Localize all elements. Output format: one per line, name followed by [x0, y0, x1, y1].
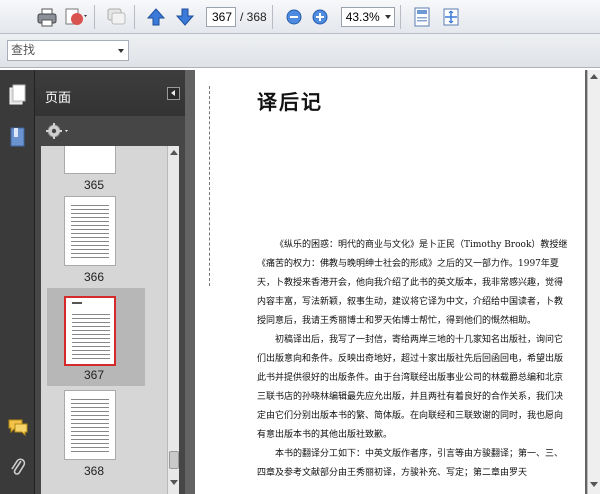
paperclip-icon	[11, 458, 26, 475]
find-toolbar: 查找	[0, 34, 600, 68]
prev-page-icon	[146, 7, 166, 25]
thumbnail-page-366[interactable]	[64, 196, 116, 266]
toolbar-separator	[94, 4, 95, 29]
document-paragraph: 初稿译出后，我写了一封信，寄给两岸三地的十几家知名出版社，询问它们出版意向和条件…	[257, 335, 564, 440]
thumbnail-label: 366	[83, 270, 105, 284]
thumbnail-list: 365 366 367 368	[41, 146, 167, 494]
previous-page-button[interactable]	[143, 4, 169, 30]
fit-page-icon	[414, 7, 430, 26]
thumbnail-text-lines	[72, 314, 110, 362]
comment-button[interactable]	[103, 4, 129, 30]
zoom-level-value: 43.3%	[345, 9, 380, 24]
pages-panel: 页面 365 366 367 368	[35, 70, 185, 494]
document-title: 译后记	[257, 90, 323, 114]
print-button[interactable]	[34, 4, 60, 30]
zoom-out-button[interactable]	[281, 4, 307, 30]
thumbnail-label: 368	[83, 464, 105, 478]
thumbnail-page-365[interactable]	[64, 146, 116, 174]
fullscreen-icon	[443, 8, 459, 25]
bookmark-icon	[10, 127, 25, 147]
comments-nav-button[interactable]	[7, 416, 29, 438]
pages-icon	[9, 84, 26, 105]
toolbar-separator	[271, 4, 273, 29]
document-view[interactable]: 译后记 《纵乐的困惑：明代的商业与文化》是卜正民（Timothy Brook）教…	[185, 70, 600, 494]
document-scrollbar[interactable]	[587, 70, 600, 494]
find-input[interactable]: 查找	[7, 40, 129, 61]
pages-panel-header: 页面	[35, 70, 185, 116]
scroll-down-icon[interactable]	[170, 480, 178, 485]
comment-icon	[107, 8, 126, 24]
scrollbar-thumb[interactable]	[169, 451, 179, 469]
current-page-input[interactable]: 367	[206, 6, 236, 27]
pages-nav-button[interactable]	[7, 84, 29, 106]
thumbnail-text-lines	[71, 399, 109, 455]
main-toolbar: 367 / 368 43.3%	[0, 0, 600, 34]
chevron-down-icon[interactable]	[118, 49, 124, 53]
thumbnail-heading	[72, 302, 82, 304]
gear-icon[interactable]	[45, 122, 73, 140]
attachments-nav-button[interactable]	[7, 456, 29, 478]
zoom-out-icon	[286, 9, 302, 24]
thumbnail-page-367[interactable]	[64, 296, 116, 366]
panel-options-row	[35, 116, 185, 146]
pages-panel-title: 页面	[45, 90, 72, 105]
zoom-in-button[interactable]	[307, 4, 333, 30]
document-body: 《纵乐的困惑：明代的商业与文化》是卜正民（Timothy Brook）教授继《痛…	[257, 236, 571, 483]
document-paragraph: 《纵乐的困惑：明代的商业与文化》是卜正民（Timothy Brook）教授继《痛…	[257, 240, 568, 326]
bookmarks-nav-button[interactable]	[7, 126, 29, 148]
toolbar-separator	[134, 4, 135, 29]
share-button[interactable]	[63, 4, 89, 30]
chevron-down-icon	[384, 14, 391, 19]
next-page-button[interactable]	[172, 4, 198, 30]
page-fold-mark	[209, 86, 210, 286]
scroll-up-icon[interactable]	[170, 150, 178, 155]
thumbnail-text-lines	[71, 146, 109, 149]
navigation-rail	[0, 70, 35, 494]
thumbnail-label: 365	[83, 178, 105, 192]
next-page-icon	[175, 8, 195, 26]
zoom-level-select[interactable]: 43.3%	[340, 6, 395, 27]
collapse-panel-button[interactable]	[167, 87, 180, 100]
thumbnail-label: 367	[83, 368, 105, 382]
thumbnail-page-368[interactable]	[64, 390, 116, 460]
share-icon	[65, 8, 87, 25]
print-icon	[37, 8, 57, 26]
find-placeholder: 查找	[11, 43, 36, 57]
total-pages-label: / 368	[240, 9, 267, 24]
thumbnail-text-lines	[71, 205, 109, 261]
toolbar-separator	[399, 4, 401, 29]
thumbnail-scrollbar[interactable]	[167, 146, 179, 494]
comment-bubble-icon	[8, 419, 28, 437]
fit-page-button[interactable]	[409, 4, 435, 30]
scroll-up-icon[interactable]	[590, 74, 598, 79]
document-paragraph: 本书的翻译分工如下：中英文版作者序，引言等由方骏翻译；第一、三、四章及参考文献部…	[257, 449, 564, 478]
zoom-in-icon	[312, 9, 328, 24]
document-page: 译后记 《纵乐的困惑：明代的商业与文化》是卜正民（Timothy Brook）教…	[195, 70, 585, 494]
fullscreen-button[interactable]	[438, 4, 464, 30]
scroll-down-icon[interactable]	[590, 482, 598, 487]
